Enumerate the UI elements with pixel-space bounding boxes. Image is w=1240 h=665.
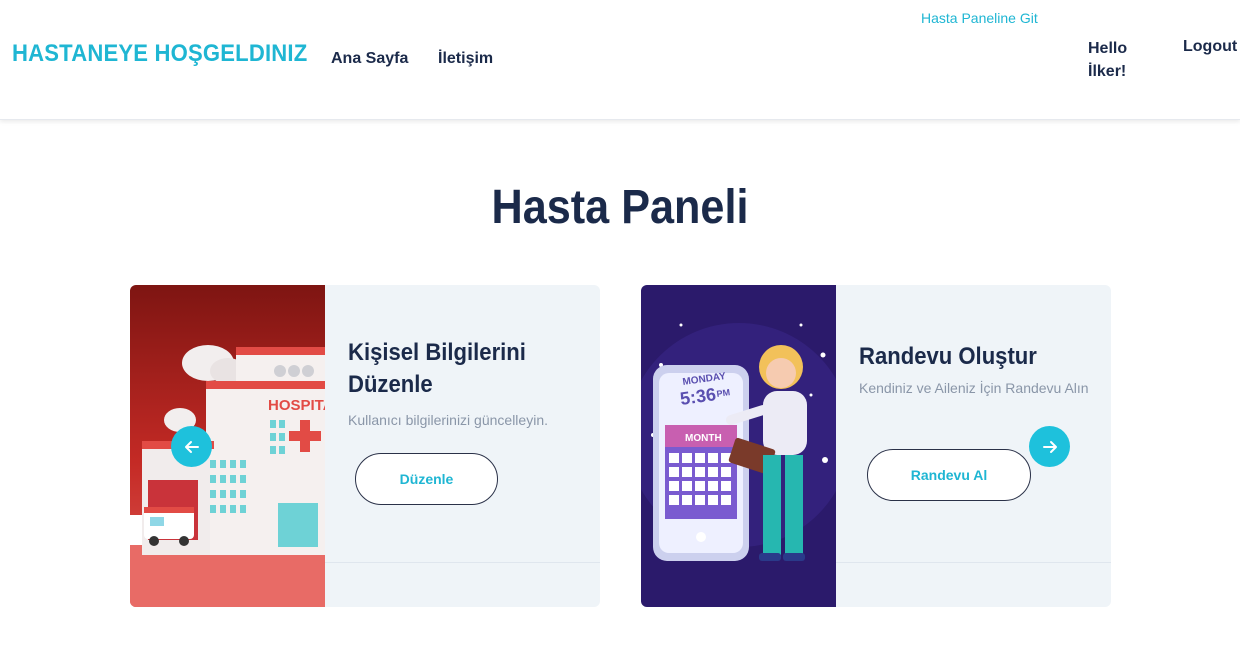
carousel-next-button[interactable] bbox=[1029, 426, 1070, 467]
hospital-illustration: HOSPITAL bbox=[130, 285, 325, 607]
edit-profile-button[interactable]: Düzenle bbox=[355, 453, 498, 505]
brand-logo-link[interactable]: HASTANEYE HOŞGELDINIZ bbox=[12, 40, 307, 68]
top-navbar: HASTANEYE HOŞGELDINIZ Ana Sayfa İletişim… bbox=[0, 0, 1240, 120]
card-divider bbox=[325, 562, 600, 563]
calendar-illustration: MONDAY 5:36 PM MONTH bbox=[641, 285, 836, 607]
hospital-sign-text: HOSPITAL bbox=[268, 397, 325, 414]
card-divider bbox=[836, 562, 1111, 563]
appointment-card-title: Randevu Oluştur bbox=[859, 343, 1037, 370]
phone-month-text: MONTH bbox=[685, 433, 722, 444]
make-appointment-button[interactable]: Randevu Al bbox=[867, 449, 1031, 501]
edit-profile-card-title: Kişisel Bilgilerini Düzenle bbox=[348, 339, 526, 398]
carousel-prev-button[interactable] bbox=[171, 426, 212, 467]
page-title: Hasta Paneli bbox=[491, 181, 749, 234]
patient-panel-link[interactable]: Hasta Paneline Git bbox=[921, 10, 1038, 26]
appointment-card-description: Kendiniz ve Aileniz İçin Randevu Alın bbox=[859, 380, 1089, 396]
edit-profile-card-description: Kullanıcı bilgilerinizi güncelleyin. bbox=[348, 412, 548, 428]
arrow-right-icon bbox=[1042, 440, 1057, 453]
user-greeting: Hello İlker! bbox=[1088, 40, 1128, 80]
page: HASTANEYE HOŞGELDINIZ Ana Sayfa İletişim… bbox=[0, 0, 1240, 665]
edit-profile-card-body: Kişisel Bilgilerini Düzenle Kullanıcı bi… bbox=[348, 337, 588, 431]
logout-link[interactable]: Logout bbox=[1183, 38, 1237, 56]
nav-link-home[interactable]: Ana Sayfa bbox=[331, 50, 408, 68]
appointment-card-body: Randevu Oluştur Kendiniz ve Aileniz İçin… bbox=[859, 337, 1099, 399]
nav-link-contact[interactable]: İletişim bbox=[438, 50, 493, 68]
phone-ampm-text: PM bbox=[716, 387, 731, 399]
arrow-left-icon bbox=[184, 440, 199, 453]
